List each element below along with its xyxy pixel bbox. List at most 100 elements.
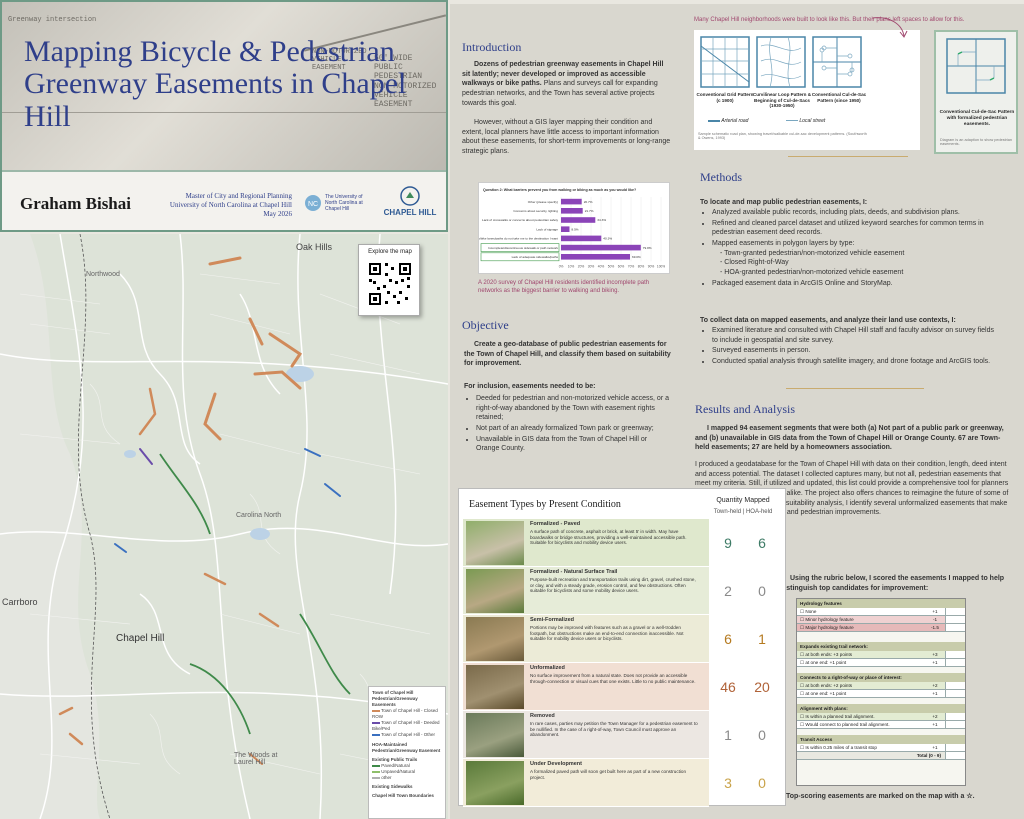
bar — [561, 198, 582, 205]
easement-map[interactable]: Oak Hills Northwood Carrboro Chapel Hill… — [0, 234, 448, 819]
author-band: Graham Bishai Master of City and Regiona… — [2, 170, 446, 230]
rubric-item: ☐ None +1 — [797, 608, 965, 616]
rubric-section: Connects to a right-of-way or place of i… — [797, 673, 965, 682]
culdesac-pattern-icon — [812, 36, 862, 88]
score-cell[interactable] — [945, 659, 965, 666]
content-panel: Introduction Dozens of pedestrian greenw… — [450, 4, 1024, 819]
criteria-item: Not part of an already formalized Town p… — [476, 424, 670, 434]
category-label: Other (please specify) — [528, 200, 558, 204]
unc-logo: NC The University of North Carolina at C… — [304, 194, 372, 212]
legend-item: Town of Chapel Hill - Closed ROW — [372, 708, 438, 720]
legend-swatch — [372, 734, 380, 737]
author-name: Graham Bishai — [20, 194, 131, 213]
easement-type-text: Formalized - Paved A surface path of conc… — [530, 521, 687, 546]
easement-type-text: Formalized - Natural Surface Trail Purpos… — [530, 569, 696, 594]
arterial-road-swatch — [708, 119, 720, 122]
town-held-count: 2 — [724, 583, 732, 599]
methods-item: Surveyed easements in person. — [712, 346, 1000, 356]
road-legend: Arterial road — [708, 118, 748, 124]
hoa-held-count: 6 — [758, 535, 766, 551]
source-note: Sample schematic road plan, showing trav… — [698, 132, 867, 140]
qr-code-icon[interactable] — [367, 261, 413, 307]
x-tick-label: 30% — [588, 264, 595, 268]
methods-heading: Methods — [700, 170, 742, 184]
bar-value-label: 20.7% — [584, 200, 593, 204]
easement-types-heading: Easement Types by Present Condition — [469, 499, 621, 510]
town-logo: CHAPEL HILL — [380, 186, 440, 217]
hoa-held-count: 0 — [758, 727, 766, 743]
legend-swatch — [372, 722, 380, 725]
map-legend: Town of Chapel Hill Pedestrian/Greenway … — [368, 686, 446, 819]
road-legend: Local street — [786, 118, 825, 124]
category-label: Concerns about security, lighting — [513, 209, 558, 213]
rubric-item: ☐ Is within a planned trail alignment. +2 — [797, 713, 965, 721]
score-cell[interactable] — [945, 744, 965, 751]
quantity-row: 61 — [711, 615, 783, 663]
score-cell[interactable] — [945, 682, 965, 689]
legend-item: other — [372, 775, 442, 781]
degree-line: University of North Carolina at Chapel H… — [169, 201, 292, 210]
easement-type-rows: Formalized - Paved A surface path of conc… — [463, 519, 709, 807]
map-label-town: Northwood — [86, 271, 120, 278]
score-cell[interactable] — [945, 624, 965, 631]
easement-type: - Town-granted pedestrian/non-motorized … — [720, 249, 905, 257]
score-cell[interactable] — [945, 608, 965, 615]
score-cell[interactable] — [945, 713, 965, 720]
introduction-paragraph: However, without a GIS layer mapping the… — [462, 119, 671, 155]
easement-photo — [466, 713, 524, 757]
map-label-town: The Woods at Laurel Hill — [234, 752, 278, 766]
town-held-count: 6 — [724, 631, 732, 647]
methods-item: Refined and cleaned parcel dataset and u… — [712, 219, 1000, 238]
easement-type-row: Formalized - Paved A surface path of conc… — [463, 519, 709, 567]
methods-item: Examined literature and consulted with C… — [712, 326, 1000, 345]
unc-well-icon: NC — [305, 195, 321, 211]
rubric-section: Alignment with plans: — [797, 704, 965, 713]
degree-line: May 2026 — [263, 210, 292, 219]
total-score-cell[interactable] — [945, 752, 965, 759]
score-cell[interactable] — [945, 651, 965, 658]
qr-label: Explore the map — [368, 249, 412, 255]
x-tick-label: 20% — [578, 264, 585, 268]
hoa-held-count: 0 — [758, 775, 766, 791]
results-footer: Top-scoring easements are marked on the … — [786, 793, 975, 800]
qr-code-card[interactable]: Explore the map — [358, 244, 420, 316]
legend-item: Town of Chapel Hill - Other — [372, 732, 442, 738]
x-tick-label: 40% — [598, 264, 605, 268]
score-cell[interactable] — [945, 721, 965, 728]
easement-type-text: Unformalized No surface improvement from … — [530, 665, 696, 684]
pattern-label: Conventional Cul-de-Sac Pattern (since 1… — [811, 92, 867, 103]
criteria-item: Unavailable in GIS data from the Town of… — [476, 435, 670, 454]
easement-photo — [466, 761, 524, 805]
x-tick-label: 100% — [657, 264, 665, 268]
category-label: Lack of adequate sidewalks/paths — [512, 255, 559, 259]
quantity-row: 46 20 — [711, 663, 783, 711]
score-cell[interactable] — [945, 616, 965, 623]
poster-title: Mapping Bicycle & Pedestrian Greenway Ea… — [24, 35, 407, 133]
bar — [561, 217, 596, 223]
methods-list: Examined literature and consulted with C… — [700, 326, 1000, 368]
town-held-count: 3 — [724, 775, 732, 791]
legend-item: Chapel Hill Town Boundaries — [372, 792, 434, 798]
methods-group-heading: To collect data on mapped easements, and… — [700, 317, 956, 324]
town-held-count: 9 — [724, 535, 732, 551]
x-tick-label: 60% — [618, 264, 625, 268]
methods-list: Analyzed available public records, inclu… — [700, 208, 1000, 289]
hoa-held-count: 0 — [758, 583, 766, 599]
bar — [561, 244, 641, 251]
objective-heading: Objective — [462, 318, 509, 332]
rubric-section: Transit Access — [797, 735, 965, 744]
methods-item: Conducted spatial analysis through satel… — [712, 357, 1000, 367]
criteria-list: Deeded for pedestrian and non-motorized … — [464, 394, 670, 455]
rubric-item: ☐ at one end: +1 point +1 — [797, 659, 965, 667]
score-cell[interactable] — [945, 690, 965, 697]
easement-photo — [466, 665, 524, 709]
quantity-row: 96 — [711, 519, 783, 567]
category-label: Incomplete/discontinuous sidewalk or pat… — [488, 246, 558, 250]
map-label-town: Oak Hills — [296, 242, 333, 252]
rubric-item: ☐ Major hydrology feature -1.5 — [797, 624, 965, 632]
category-label: Lack of signage — [536, 227, 558, 231]
neighborhood-caption: Many Chapel Hill neighborhoods were buil… — [694, 17, 965, 23]
pattern-label: Conventional Grid Pattern (c 1900) — [696, 92, 754, 103]
chart-title: Question 2: What barriers prevent you fr… — [483, 188, 636, 192]
legend-item: Town of Chapel Hill - Deeded Bike/Ped — [372, 720, 440, 732]
